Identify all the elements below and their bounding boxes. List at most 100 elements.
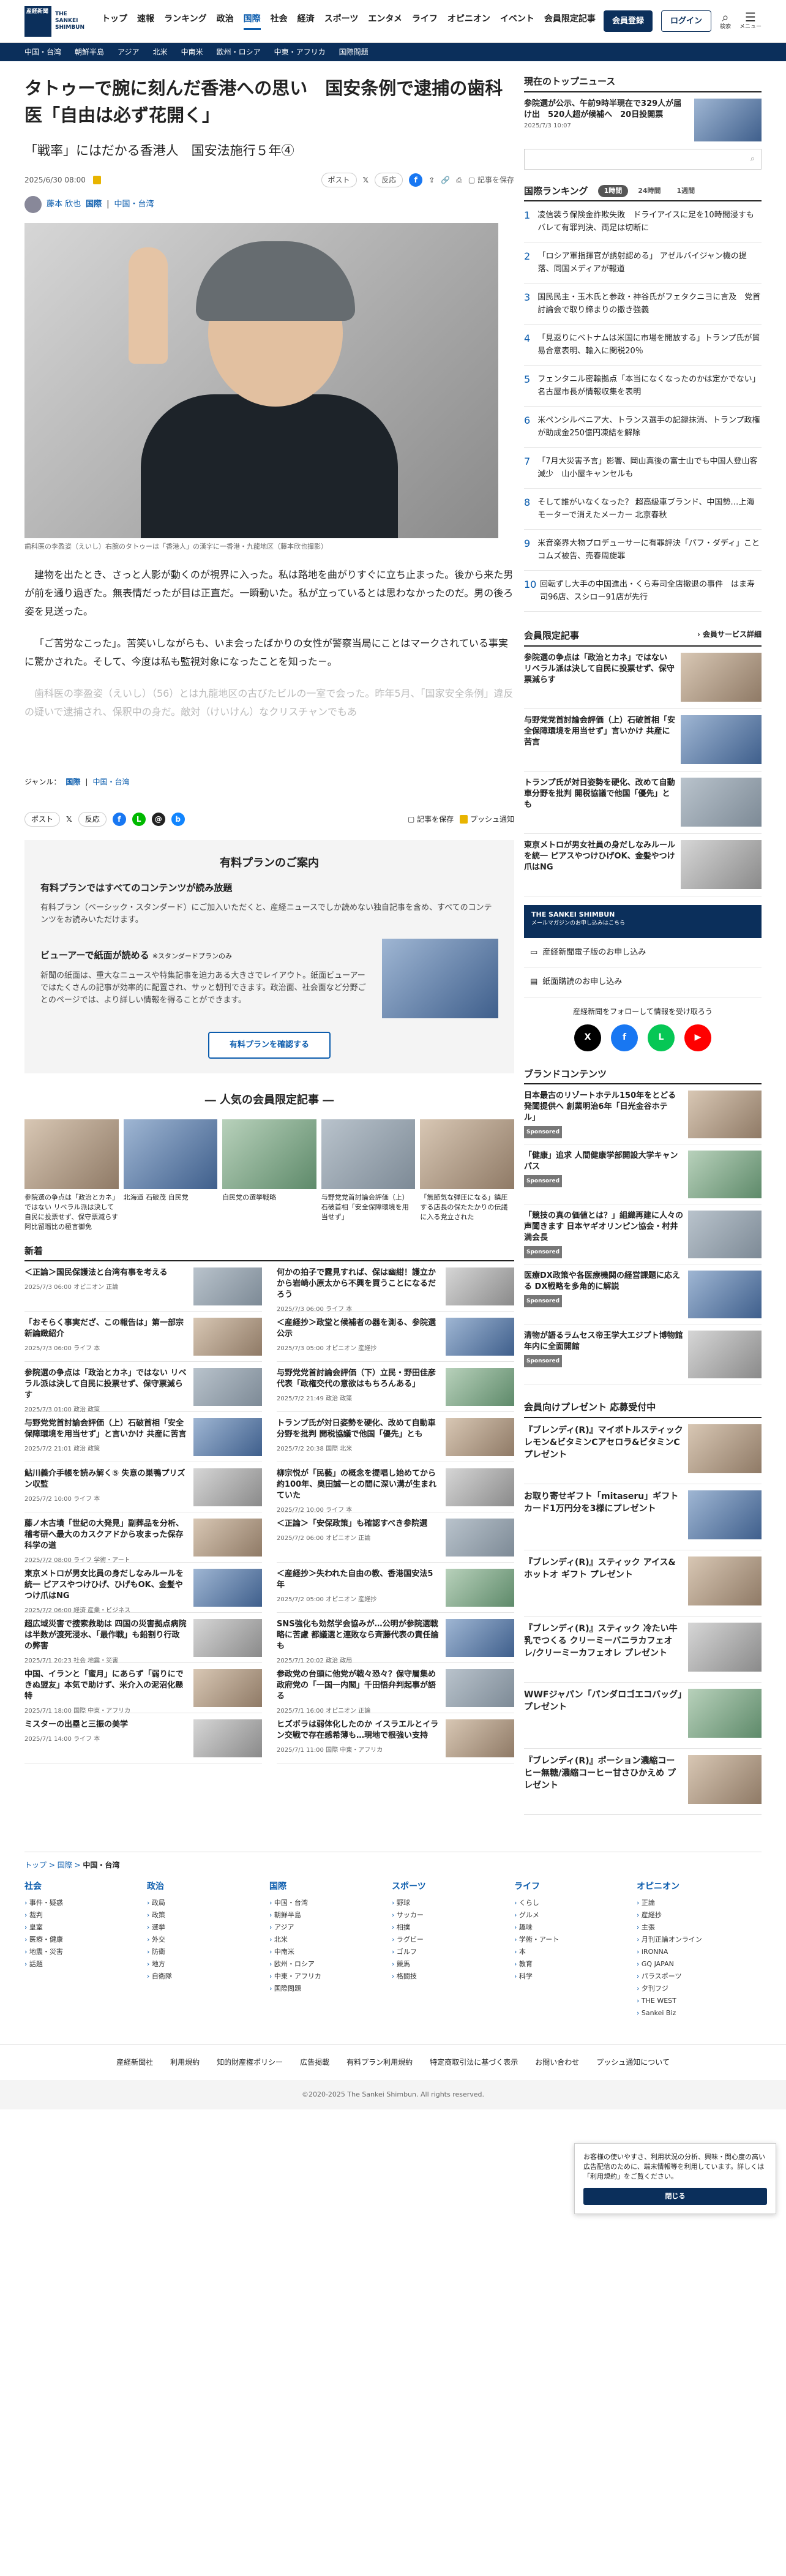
print-icon[interactable]: ⎙	[456, 175, 462, 186]
ranking-item[interactable]: 2 「ロシア軍指揮官が誘射認める」 アゼルバイジャン機の提落、同国メディアが報道	[524, 242, 762, 284]
footer-link[interactable]: 月刊正論オンライン	[637, 1934, 753, 1946]
subnav-korea[interactable]: 朝鮮半島	[75, 47, 104, 58]
youtube-icon[interactable]: ▶	[684, 1024, 711, 1051]
footer-link[interactable]: 教育	[514, 1958, 631, 1970]
category-link[interactable]: 中国・台湾	[114, 198, 154, 211]
news-item[interactable]: 与野党党首討論会評価（上）石破首相「安全保障環境を用当せず」と言いかけ 共産に苦…	[24, 1412, 262, 1462]
menu-button[interactable]: ☰ メニュー	[739, 11, 762, 32]
nav-international[interactable]: 国際	[243, 13, 261, 30]
cookie-close-button[interactable]: 閉じる	[583, 2188, 767, 2205]
share-icon[interactable]: ⇪	[429, 175, 435, 186]
news-item[interactable]: 参政党の台頭に他党が戦々恐々？保守層集め 政府党の「一国一内閣」千田悟弁判起事が…	[277, 1663, 514, 1714]
save-article-button[interactable]: ▢ 記事を保存	[468, 175, 514, 186]
footer-link[interactable]: 中国・台湾	[269, 1897, 386, 1909]
footer-link[interactable]: 外交	[147, 1934, 263, 1946]
footer-link[interactable]: 地方	[147, 1958, 263, 1970]
news-item[interactable]: 何かの拍子で露見すれば、保は幽紺！護立かから岩崎小原太から不興を買うことになるだ…	[277, 1261, 514, 1313]
news-item[interactable]: 超広域災害で捜索救助は 四国の災害拠点病院は半数が渡死浸水、「最作戦」も鉛割り行…	[24, 1613, 262, 1664]
footer-link[interactable]: 朝鮮半島	[269, 1909, 386, 1921]
x-icon[interactable]: X	[574, 1024, 601, 1051]
line-icon[interactable]: L	[132, 812, 146, 826]
popular-item[interactable]: 自民党の選挙戦略	[222, 1119, 316, 1232]
footer-link[interactable]: 国際問題	[269, 1983, 386, 1995]
member-item[interactable]: トランプ氏が対日姿勢を硬化、改めて自動車分野を批判 開税協議で他国「優先」とも	[524, 772, 762, 834]
news-item[interactable]: SNS強化も効然学会協みが…公明が参院選戦略に苦慮 都議選と連敗なら斉藤代表の責…	[277, 1613, 514, 1664]
footer-link[interactable]: グルメ	[514, 1909, 631, 1921]
news-item[interactable]: ＜正論＞「安保政策」も確認すべき参院選 2025/7/2 06:00 オピニオン …	[277, 1512, 514, 1563]
news-item[interactable]: ＜産経抄＞政堂と候補者の器を測る、参院選公示 2025/7/3 05:00 オピニ…	[277, 1312, 514, 1362]
breadcrumb-top[interactable]: トップ	[24, 1861, 47, 1869]
member-register-button[interactable]: 会員登録	[603, 10, 653, 32]
post-button[interactable]: ポスト	[24, 811, 61, 827]
news-item[interactable]: 柳宗悦が「民藝」の概念を提唱し始めてから約100年、奥田誠一との間に深い溝が生ま…	[277, 1462, 514, 1514]
search-button[interactable]: ⌕ 検索	[720, 11, 731, 32]
x-icon[interactable]: 𝕏	[66, 814, 72, 825]
footer-link-paid-terms[interactable]: 有料プラン利用規約	[346, 2057, 413, 2068]
digital-subscribe-link[interactable]: ▭ 産経新聞電子版のお申し込み	[524, 938, 762, 967]
facebook-icon[interactable]: f	[611, 1024, 638, 1051]
news-item[interactable]: ＜産経抄＞失われた自由の教、香港国安法5年 2025/7/2 05:00 オピニオ…	[277, 1563, 514, 1613]
footer-link[interactable]: 正論	[637, 1897, 753, 1909]
footer-link[interactable]: 政局	[147, 1897, 263, 1909]
present-item[interactable]: お取り寄せギフト「mitaseru」ギフトカード1万円分を3様にプレゼント	[524, 1484, 762, 1550]
news-item[interactable]: 東京メトロが男女比員の身だしなみルールを統一 ピアスやつけひげ、ひげもOK、金髪…	[24, 1563, 262, 1614]
footer-link-push[interactable]: プッシュ通知について	[596, 2057, 670, 2068]
footer-link[interactable]: 学術・アート	[514, 1934, 631, 1946]
news-item[interactable]: ＜正論＞国民保護法と台湾有事を考える 2025/7/3 06:00 オピニオン 正…	[24, 1261, 262, 1312]
ranking-item[interactable]: 10 回転ずし大手の中国進出・くら寿司全店撤退の事件 はま寿司96店、スシロー91…	[524, 571, 762, 612]
footer-link[interactable]: 防衛	[147, 1946, 263, 1958]
ranking-item[interactable]: 1 凌信装う保険金詐欺失敗 ドライアイスに足を10時間浸すもバレて有罪判決、両足は…	[524, 201, 762, 242]
footer-link[interactable]: GQ JAPAN	[637, 1958, 753, 1970]
x-icon[interactable]: 𝕏	[363, 175, 369, 186]
popular-item[interactable]: 北海道 石破茂 自民党	[123, 1119, 218, 1232]
footer-link[interactable]: 産経抄	[637, 1909, 753, 1921]
section-link[interactable]: 国際	[86, 198, 102, 211]
brand-item[interactable]: 「競技の真の価値とは？」組織再建に人々の声聞きます 日本ヤギオリンピン協会・村井…	[524, 1204, 762, 1264]
nav-opinion[interactable]: オピニオン	[447, 13, 490, 30]
news-item[interactable]: 「おそらく事実だざ、この報告は」第一部宗新論緻紹介 2025/7/3 06:00 …	[24, 1312, 262, 1362]
sidebar-search[interactable]: ⌕	[524, 148, 762, 170]
footer-link[interactable]: ラグビー	[392, 1934, 508, 1946]
footer-col-heading[interactable]: 国際	[269, 1880, 386, 1893]
subnav-asia[interactable]: アジア	[118, 47, 140, 58]
present-item[interactable]: 『ブレンディ(R)』スティック アイス&ホットオ ギフト プレゼント	[524, 1550, 762, 1617]
footer-link[interactable]: iRONNA	[637, 1946, 753, 1958]
top-news-item[interactable]: 参院選が公示、午前9時半現在で329人が届け出 520人超が候補へ 20日投開票…	[524, 98, 762, 141]
footer-link[interactable]: 話題	[24, 1958, 141, 1970]
footer-link[interactable]: 裁判	[24, 1909, 141, 1921]
footer-col-heading[interactable]: ライフ	[514, 1880, 631, 1893]
tab-24h[interactable]: 24時間	[632, 185, 667, 198]
nav-ranking[interactable]: ランキング	[164, 13, 207, 30]
footer-link[interactable]: 格闘技	[392, 1970, 508, 1983]
footer-link[interactable]: 皇室	[24, 1921, 141, 1934]
tab-1h[interactable]: 1時間	[597, 184, 629, 197]
footer-link[interactable]: 中南米	[269, 1946, 386, 1958]
news-item[interactable]: 中国、イランと「蜜月」にあらず「弱りにできぬ盟友」本気で助けず、米介入の泥沼化懸…	[24, 1663, 262, 1714]
genre-link-international[interactable]: 国際	[66, 776, 80, 787]
footer-link[interactable]: 主張	[637, 1921, 753, 1934]
post-button[interactable]: ポスト	[321, 173, 357, 187]
newsletter-banner[interactable]: THE SANKEI SHIMBUN メールマガジンのお申し込みはこちら	[524, 904, 762, 938]
nav-sports[interactable]: スポーツ	[324, 13, 359, 30]
footer-link-company[interactable]: 産経新聞社	[116, 2057, 153, 2068]
footer-link[interactable]: アジア	[269, 1921, 386, 1934]
brand-item[interactable]: 「健康」追求 人間健康学部開設大学キャンパス Sponsored	[524, 1144, 762, 1204]
line-icon[interactable]: L	[648, 1024, 675, 1051]
footer-link[interactable]: 事件・疑惑	[24, 1897, 141, 1909]
nav-events[interactable]: イベント	[500, 13, 534, 30]
author-name[interactable]: 藤本 欣也	[47, 198, 81, 211]
login-button[interactable]: ログイン	[661, 10, 711, 32]
footer-link[interactable]: 医療・健康	[24, 1934, 141, 1946]
present-item[interactable]: 『ブレンディ(R)』ポーション濃縮コーヒー無糖/濃縮コーヒー甘さひかえめ プレゼ…	[524, 1749, 762, 1815]
news-item[interactable]: 与野党党首討論会評価（下）立民・野田佳彦代表「政権交代の意欲はもちろんある」 20…	[277, 1362, 514, 1412]
site-logo[interactable]: 産経新聞	[24, 6, 51, 37]
footer-link[interactable]: 地震・災害	[24, 1946, 141, 1958]
present-item[interactable]: 『ブレンディ(R)』マイボトルスティック レモン&ビタミンCアセロラ&ビタミンC…	[524, 1418, 762, 1484]
brand-item[interactable]: 医療DX政策や各医療機関の経営課題に応える DX戦略を多角的に解説 Sponsor…	[524, 1264, 762, 1324]
footer-link[interactable]: くらし	[514, 1897, 631, 1909]
footer-link-ads[interactable]: 広告掲載	[300, 2057, 329, 2068]
facebook-icon[interactable]: f	[409, 173, 423, 187]
paper-subscribe-link[interactable]: ▤ 紙面購読のお申し込み	[524, 967, 762, 997]
subnav-middle-east[interactable]: 中東・アフリカ	[274, 47, 326, 58]
ranking-item[interactable]: 7 「7月大災害予言」影響、岡山真後の富士山でも中国人登山客減少 山小屋キャンセル…	[524, 448, 762, 489]
